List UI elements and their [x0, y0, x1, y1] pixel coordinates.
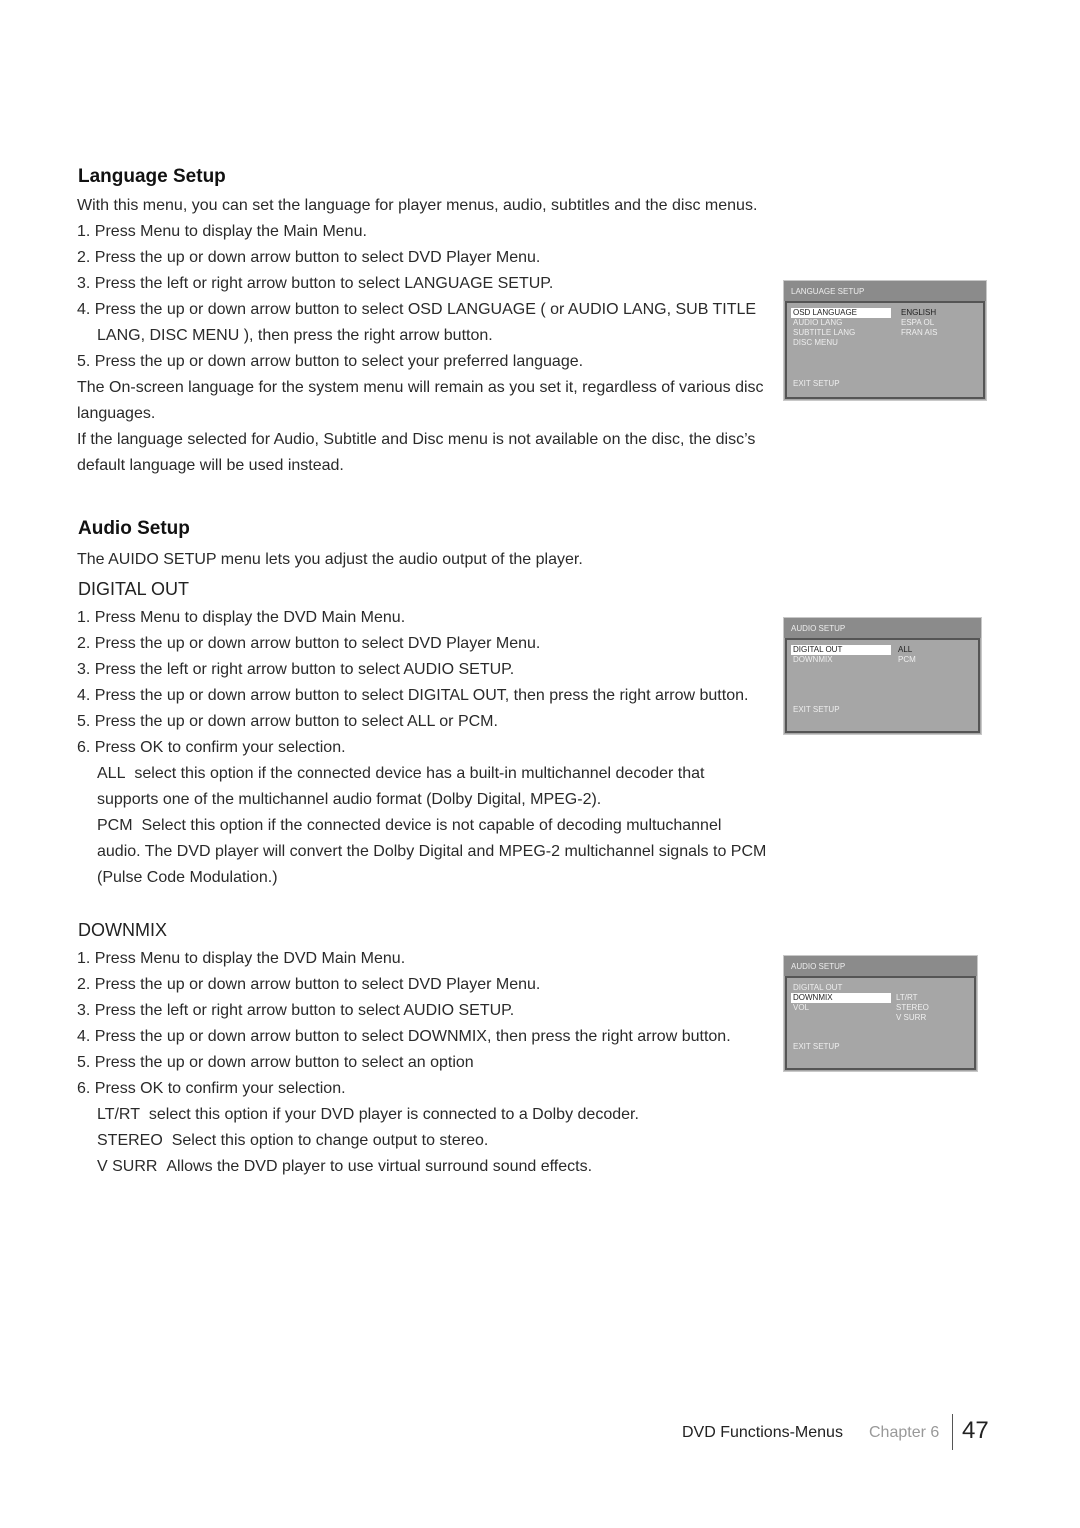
menu-item: VOL [793, 1003, 810, 1012]
list-item: 5. Press the up or down arrow button to … [77, 1054, 474, 1071]
menu-item: DISC MENU [793, 338, 838, 347]
menu-title: AUDIO SETUP [784, 618, 981, 638]
menu-value: ALL [898, 645, 913, 654]
option-desc: PCM Select this option if the connected … [97, 817, 767, 886]
list-item: 1. Press Menu to display the Main Menu. [77, 223, 367, 240]
language-setup-menu-screenshot: LANGUAGE SETUP OSD LANGUAGE AUDIO LANG S… [783, 280, 987, 401]
menu-value: FRAN AIS [901, 328, 938, 337]
list-item: 4. Press the up or down arrow button to … [77, 301, 757, 344]
menu-exit: EXIT SETUP [793, 1042, 840, 1051]
option-desc: ALL select this option if the connected … [97, 765, 705, 808]
footer-section: DVD Functions-Menus [682, 1424, 843, 1441]
list-item: 1. Press Menu to display the DVD Main Me… [77, 609, 406, 626]
list-item: 3. Press the left or right arrow button … [77, 1002, 515, 1019]
list-item: 2. Press the up or down arrow button to … [77, 976, 541, 993]
list-item: 6. Press OK to confirm your selection. [77, 739, 346, 756]
menu-item: OSD LANGUAGE [791, 308, 891, 318]
menu-item: AUDIO LANG [793, 318, 843, 327]
menu-exit: EXIT SETUP [793, 379, 840, 388]
menu-title: AUDIO SETUP [784, 956, 977, 976]
list-item: 4. Press the up or down arrow button to … [77, 687, 749, 704]
list-item: 2. Press the up or down arrow button to … [77, 249, 541, 266]
page: Language Setup With this menu, you can s… [0, 0, 1080, 1528]
digital-out-body: 1. Press Menu to display the DVD Main Me… [77, 605, 767, 891]
menu-value: LT/RT [896, 993, 918, 1002]
list-item: 3. Press the left or right arrow button … [77, 661, 515, 678]
paragraph: If the language selected for Audio, Subt… [77, 431, 756, 474]
option-desc: LT/RT select this option if your DVD pla… [97, 1106, 639, 1123]
downmix-body: 1. Press Menu to display the DVD Main Me… [77, 946, 767, 1180]
language-body: With this menu, you can set the language… [77, 193, 767, 479]
option-desc: STEREO Select this option to change outp… [97, 1132, 489, 1149]
menu-item: DIGITAL OUT [791, 645, 891, 655]
downmix-heading: DOWNMIX [78, 920, 167, 940]
menu-item: SUBTITLE LANG [793, 328, 856, 337]
list-item: 4. Press the up or down arrow button to … [77, 1028, 731, 1045]
list-item: 5. Press the up or down arrow button to … [77, 353, 584, 370]
menu-item: DIGITAL OUT [793, 983, 843, 992]
page-number: 47 [962, 1417, 989, 1444]
audio-setup-heading: Audio Setup [78, 518, 190, 539]
digital-out-heading: DIGITAL OUT [78, 579, 190, 599]
option-desc: V SURR Allows the DVD player to use virt… [97, 1158, 593, 1175]
menu-value: ESPA OL [901, 318, 935, 327]
menu-item: DOWNMIX [793, 655, 833, 664]
list-item: 5. Press the up or down arrow button to … [77, 713, 498, 730]
list-item: 6. Press OK to confirm your selection. [77, 1080, 346, 1097]
menu-value: V SURR [896, 1013, 927, 1022]
downmix-menu-screenshot: AUDIO SETUP DIGITAL OUT DOWNMIX VOL LT/R… [783, 955, 978, 1072]
language-setup-heading: Language Setup [78, 166, 226, 187]
list-item: 2. Press the up or down arrow button to … [77, 635, 541, 652]
menu-exit: EXIT SETUP [793, 705, 840, 714]
menu-item: DOWNMIX [791, 993, 891, 1003]
menu-value: PCM [898, 655, 916, 664]
menu-value: ENGLISH [901, 308, 937, 317]
paragraph: With this menu, you can set the language… [77, 197, 758, 214]
paragraph: The AUIDO SETUP menu lets you adjust the… [77, 551, 583, 568]
menu-value: STEREO [896, 1003, 929, 1012]
footer-chapter: Chapter 6 [869, 1424, 940, 1441]
list-item: 3. Press the left or right arrow button … [77, 275, 554, 292]
audio-setup-menu-screenshot: AUDIO SETUP DIGITAL OUT DOWNMIX ALL PCM … [783, 617, 982, 735]
footer-divider [952, 1414, 953, 1450]
menu-title: LANGUAGE SETUP [784, 281, 986, 301]
list-item: 1. Press Menu to display the DVD Main Me… [77, 950, 406, 967]
paragraph: The On-screen language for the system me… [77, 379, 764, 422]
